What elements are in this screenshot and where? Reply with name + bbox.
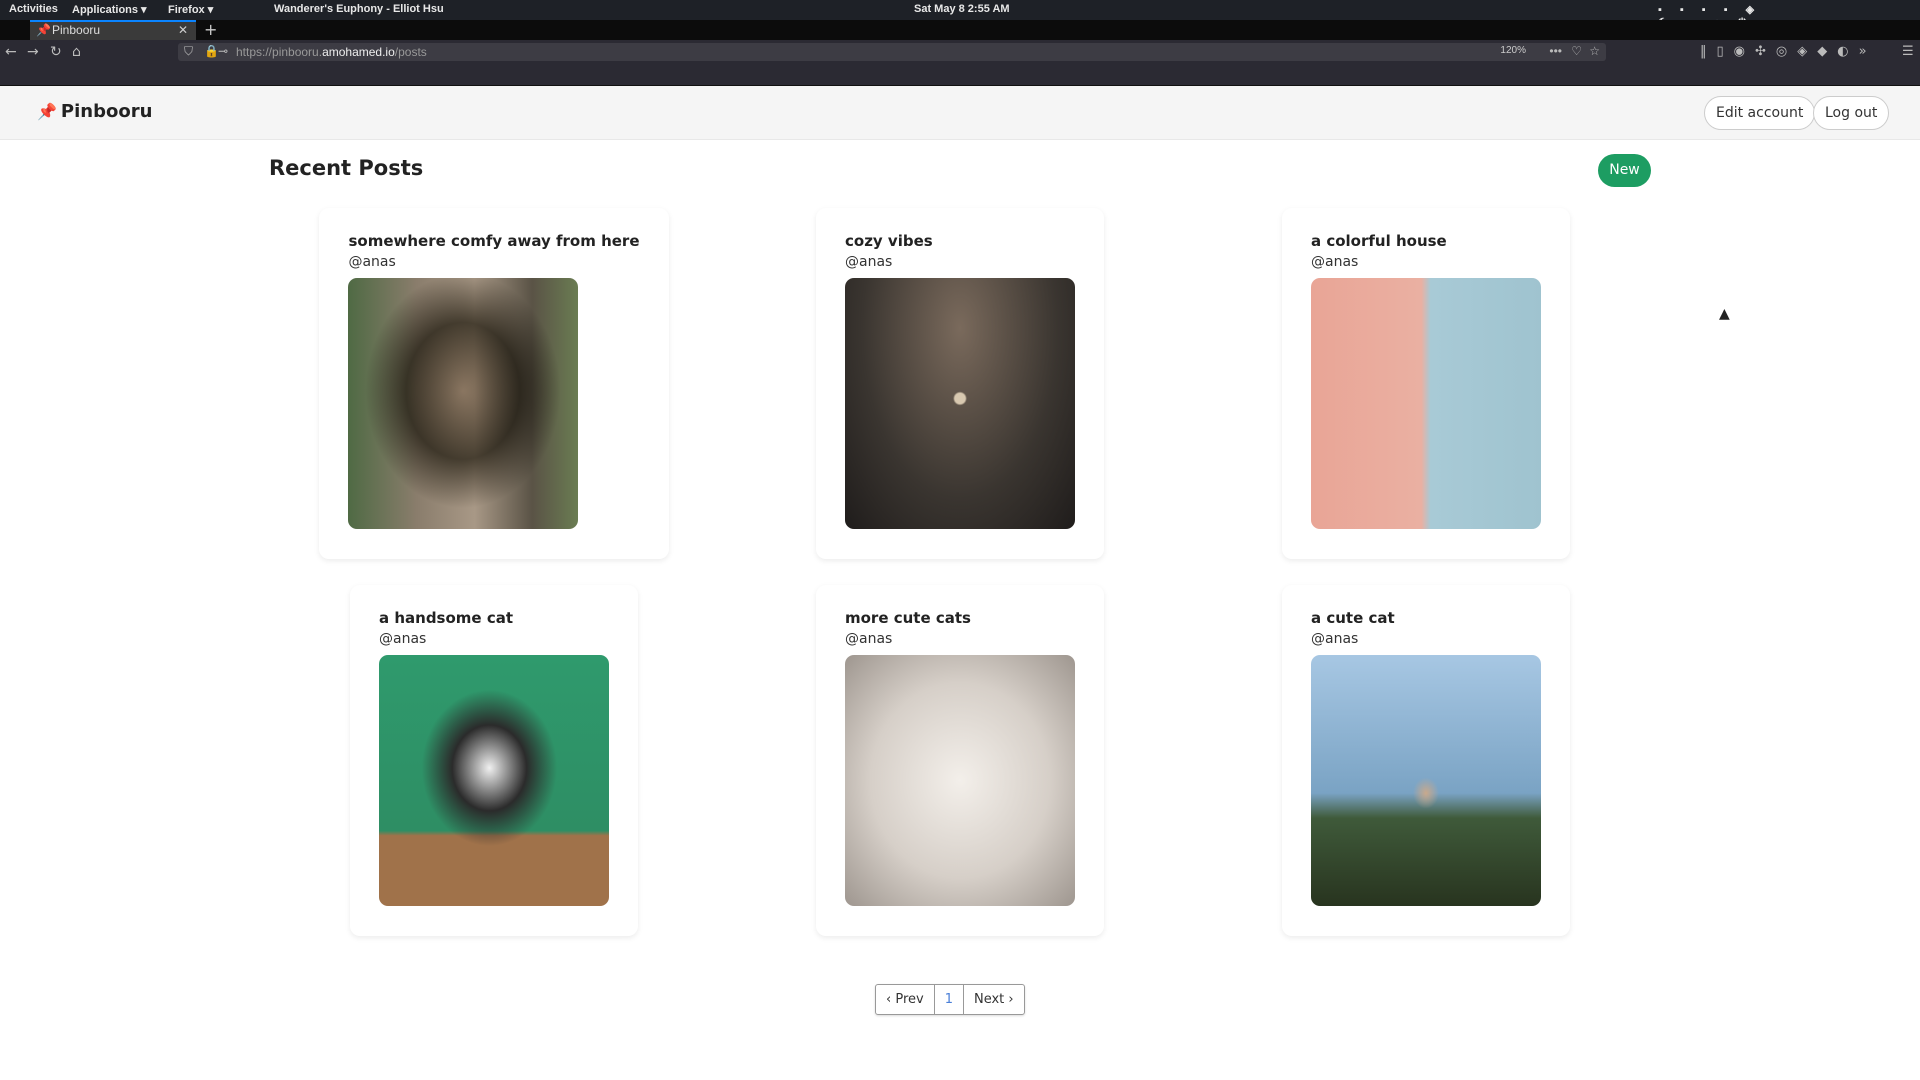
url-bar[interactable]: ⛉ 🔒 ⊸ https://pinbooru.amohamed.io/posts…: [178, 43, 1606, 61]
prev-page-button[interactable]: ‹ Prev: [876, 985, 935, 1014]
firefox-menu[interactable]: Firefox ▾: [168, 3, 213, 16]
pin-icon: 📌: [37, 102, 57, 121]
back-icon[interactable]: ←: [5, 44, 17, 60]
activities-menu[interactable]: Activities: [9, 3, 58, 15]
post-card[interactable]: a cute cat @anas: [1282, 585, 1570, 936]
post-author[interactable]: @anas: [348, 254, 639, 270]
reload-icon[interactable]: ↻: [50, 44, 62, 60]
more-icon[interactable]: •••: [1549, 44, 1562, 58]
post-title[interactable]: a colorful house: [1311, 232, 1541, 250]
post-author[interactable]: @anas: [379, 631, 609, 647]
bookmark-star-icon[interactable]: ☆: [1589, 44, 1600, 58]
pin-icon: 📌: [36, 23, 51, 37]
new-post-button[interactable]: New: [1598, 154, 1651, 187]
tab-title: Pinbooru: [52, 23, 101, 37]
current-page[interactable]: 1: [935, 985, 964, 1014]
shield-icon[interactable]: ⛉: [184, 44, 193, 59]
post-image[interactable]: [348, 278, 579, 529]
post-image[interactable]: [845, 278, 1075, 529]
post-image[interactable]: [1311, 278, 1541, 529]
new-tab-icon[interactable]: +: [204, 20, 217, 39]
post-card[interactable]: more cute cats @anas: [816, 585, 1104, 936]
post-author[interactable]: @anas: [1311, 254, 1541, 270]
forward-icon[interactable]: →: [27, 44, 39, 60]
tab-pinbooru[interactable]: 📌 Pinbooru ✕: [30, 20, 196, 40]
url-domain: amohamed.io: [322, 45, 395, 59]
post-image[interactable]: [1311, 655, 1541, 906]
close-tab-icon[interactable]: ✕: [178, 23, 188, 37]
now-playing[interactable]: Wanderer's Euphony - Elliot Hsu: [274, 3, 444, 15]
post-card[interactable]: somewhere comfy away from here @anas: [319, 208, 669, 559]
post-title[interactable]: a handsome cat: [379, 609, 609, 627]
post-image[interactable]: [845, 655, 1075, 906]
post-title[interactable]: a cute cat: [1311, 609, 1541, 627]
log-out-button[interactable]: Log out: [1813, 96, 1890, 130]
edit-account-button[interactable]: Edit account: [1704, 96, 1816, 130]
menu-icon[interactable]: ☰: [1902, 44, 1914, 59]
key-icon: ⊸: [218, 44, 229, 58]
clock[interactable]: Sat May 8 2:55 AM: [914, 3, 1010, 15]
home-icon[interactable]: ⌂: [72, 44, 81, 60]
post-image[interactable]: [379, 655, 609, 906]
post-title[interactable]: more cute cats: [845, 609, 1075, 627]
lock-icon[interactable]: 🔒: [204, 44, 219, 58]
post-author[interactable]: @anas: [845, 254, 1075, 270]
page-title: Recent Posts: [269, 156, 424, 180]
site-header: 📌 Pinbooru Edit account Log out: [0, 86, 1920, 140]
post-card[interactable]: a colorful house @anas: [1282, 208, 1570, 559]
url-prefix: https://pinbooru.: [236, 45, 323, 59]
post-card[interactable]: cozy vibes @anas: [816, 208, 1104, 559]
next-page-button[interactable]: Next ›: [964, 985, 1024, 1014]
brand-name: Pinbooru: [60, 101, 153, 122]
posts-grid: somewhere comfy away from here @anas cozy…: [261, 208, 1659, 936]
mouse-cursor-icon: ▲: [1719, 306, 1730, 322]
post-author[interactable]: @anas: [1311, 631, 1541, 647]
post-author[interactable]: @anas: [845, 631, 1075, 647]
brand-logo[interactable]: 📌 Pinbooru: [37, 101, 152, 122]
browser-toolbar: ← → ↻ ⌂ ⛉ 🔒 ⊸ https://pinbooru.amohamed.…: [0, 40, 1920, 86]
extension-icons[interactable]: ‖▯◉✣◎◈◆◐»: [1700, 44, 1877, 59]
post-card[interactable]: a handsome cat @anas: [350, 585, 638, 936]
post-title[interactable]: somewhere comfy away from here: [348, 232, 639, 250]
system-top-bar: Activities Applications ▾ Firefox ▾ Wand…: [0, 0, 1920, 29]
pocket-icon[interactable]: ♡: [1571, 44, 1582, 58]
url-path: /posts: [394, 45, 427, 59]
post-title[interactable]: cozy vibes: [845, 232, 1075, 250]
applications-menu[interactable]: Applications ▾: [72, 3, 147, 16]
tab-bar: 📌 Pinbooru ✕ +: [0, 20, 1920, 56]
zoom-level[interactable]: 120%: [1500, 45, 1526, 56]
pagination: ‹ Prev 1 Next ›: [875, 984, 1025, 1015]
